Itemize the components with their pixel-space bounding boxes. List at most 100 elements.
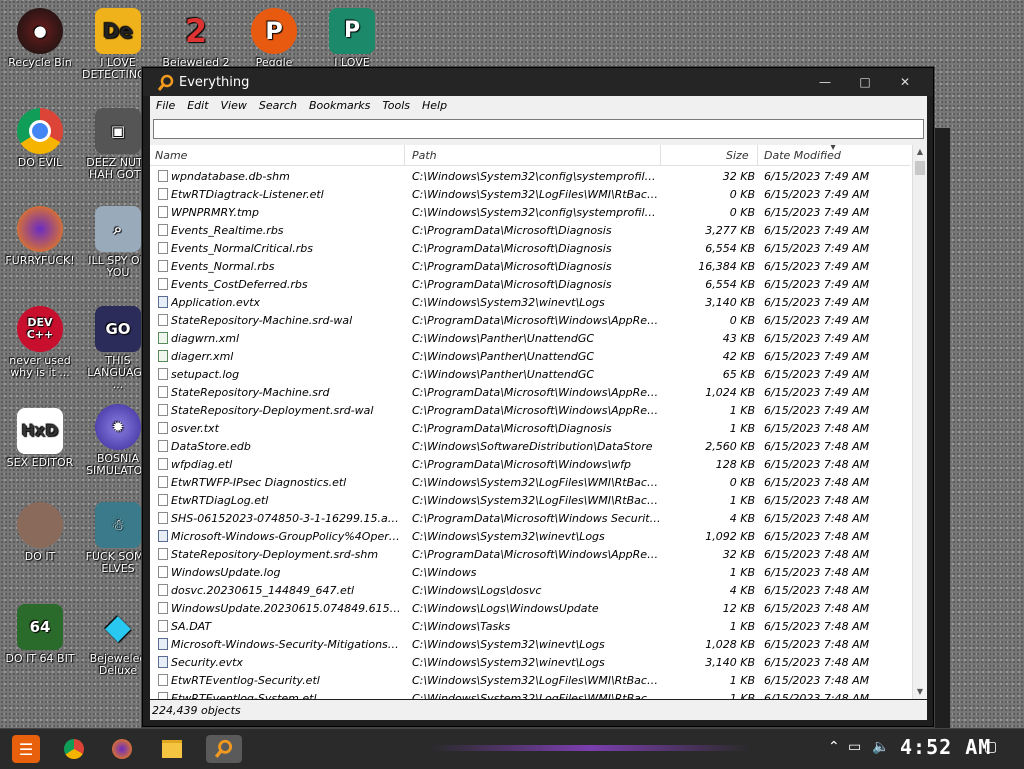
- chevron-up-icon[interactable]: ⌃: [828, 739, 840, 755]
- column-divider[interactable]: [404, 145, 405, 165]
- menu-edit[interactable]: Edit: [181, 96, 214, 112]
- firefox-icon[interactable]: [108, 735, 136, 763]
- file-size: 12 KB: [722, 602, 755, 615]
- file-name: SA.DAT: [171, 620, 212, 633]
- scroll-down-icon[interactable]: ▼: [913, 685, 927, 699]
- table-row[interactable]: EtwRTDiagtrack-Listener.etl C:\Windows\Sy…: [150, 185, 910, 203]
- table-row[interactable]: WindowsUpdate.log C:\Windows 1 KB 6/15/2023…: [150, 563, 910, 581]
- minimize-button[interactable]: —: [805, 72, 845, 94]
- maximize-button[interactable]: □: [845, 72, 885, 94]
- close-button[interactable]: ✕: [885, 72, 925, 94]
- scroll-up-icon[interactable]: ▲: [913, 145, 927, 159]
- table-row[interactable]: DataStore.edb C:\Windows\SoftwareDistribu…: [150, 437, 910, 455]
- table-row[interactable]: Application.evtx C:\Windows\System32\wine…: [150, 293, 910, 311]
- table-row[interactable]: StateRepository-Machine.srd-wal C:\Progra…: [150, 311, 910, 329]
- file-icon: [158, 620, 168, 632]
- table-row[interactable]: Events_Realtime.rbs C:\ProgramData\Micros…: [150, 221, 910, 239]
- table-row[interactable]: WindowsUpdate.20230615.074849.615.1.etl C…: [150, 599, 910, 617]
- volume-icon[interactable]: 🔈: [872, 739, 889, 755]
- file-icon: [158, 242, 168, 254]
- desktop-icon-recycle-bin[interactable]: ● Recycle Bin: [4, 8, 76, 69]
- table-row[interactable]: WPNPRMRY.tmp C:\Windows\System32\config\s…: [150, 203, 910, 221]
- file-size: 1,092 KB: [705, 530, 755, 543]
- start-icon[interactable]: ☰: [12, 735, 40, 763]
- table-row[interactable]: diagwrn.xml C:\Windows\Panther\UnattendGC…: [150, 329, 910, 347]
- file-icon: [158, 494, 168, 506]
- desktop-icon-bejeweled2[interactable]: 2 Bejeweled 2: [160, 8, 232, 69]
- file-name: DataStore.edb: [171, 440, 251, 453]
- table-row[interactable]: diagerr.xml C:\Windows\Panther\UnattendGC…: [150, 347, 910, 365]
- table-row[interactable]: Microsoft-Windows-GroupPolicy%4Operation…: [150, 527, 910, 545]
- table-row[interactable]: EtwRTWFP-IPsec Diagnostics.etl C:\Windows…: [150, 473, 910, 491]
- notification-icon[interactable]: ▢: [984, 739, 997, 755]
- column-size[interactable]: Size: [726, 149, 749, 162]
- taskbar-accent-stripe: [430, 745, 750, 751]
- xml-file-icon: [158, 332, 168, 344]
- table-row[interactable]: setupact.log C:\Windows\Panther\UnattendG…: [150, 365, 910, 383]
- table-row[interactable]: EtwRTDiagLog.etl C:\Windows\System32\LogF…: [150, 491, 910, 509]
- menu-tools[interactable]: Tools: [376, 96, 416, 112]
- date-modified: 6/15/2023 7:48 AM: [764, 422, 870, 435]
- file-path: C:\Windows\System32\winevt\Logs: [412, 638, 605, 651]
- desktop-icon-furryfuck[interactable]: FURRYFUCK!: [4, 206, 76, 267]
- table-row[interactable]: osver.txt C:\ProgramData\Microsoft\Diagno…: [150, 419, 910, 437]
- desktop-icon-sex-editor[interactable]: HxD SEX EDITOR: [4, 408, 76, 469]
- goland-icon: GO: [95, 306, 141, 352]
- table-row[interactable]: wpndatabase.db-shm C:\Windows\System32\co…: [150, 167, 910, 185]
- table-row[interactable]: Security.evtx C:\Windows\System32\winevt\…: [150, 653, 910, 671]
- desktop-icon-i-love[interactable]: P I LOVE: [316, 8, 388, 69]
- file-path: C:\Windows: [412, 566, 477, 579]
- results-list[interactable]: Name Path Size Date Modified ▼ wpndataba…: [150, 145, 927, 699]
- everything-icon[interactable]: [206, 735, 242, 763]
- desktop-icon-devcpp[interactable]: DEV C++ never used why is it ...: [4, 306, 76, 379]
- column-divider[interactable]: [757, 145, 758, 165]
- app-icon: 64: [17, 604, 63, 650]
- file-icon: [158, 422, 168, 434]
- table-row[interactable]: Events_CostDeferred.rbs C:\ProgramData\Mi…: [150, 275, 910, 293]
- table-row[interactable]: Events_NormalCritical.rbs C:\ProgramData\…: [150, 239, 910, 257]
- date-modified: 6/15/2023 7:49 AM: [764, 332, 870, 345]
- network-icon[interactable]: ▭: [848, 739, 861, 755]
- table-row[interactable]: StateRepository-Deployment.srd-wal C:\Pro…: [150, 401, 910, 419]
- desktop-icon-do-it[interactable]: DO IT: [4, 502, 76, 563]
- table-row[interactable]: Events_Normal.rbs C:\ProgramData\Microsof…: [150, 257, 910, 275]
- column-path[interactable]: Path: [412, 149, 437, 162]
- peggle-icon: P: [251, 8, 297, 54]
- search-input[interactable]: [153, 119, 924, 139]
- date-modified: 6/15/2023 7:49 AM: [764, 278, 870, 291]
- table-row[interactable]: EtwRTEventlog-System.etl C:\Windows\Syste…: [150, 689, 910, 699]
- file-name: osver.txt: [171, 422, 219, 435]
- menu-help[interactable]: Help: [416, 96, 453, 112]
- table-row[interactable]: dosvc.20230615_144849_647.etl C:\Windows\…: [150, 581, 910, 599]
- chrome-icon[interactable]: [60, 735, 88, 763]
- file-name: StateRepository-Deployment.srd-wal: [171, 404, 374, 417]
- desktop-icon-do-it-64[interactable]: 64 DO IT 64 BIT: [4, 604, 76, 665]
- event-log-icon: [158, 530, 168, 542]
- menu-view[interactable]: View: [215, 96, 253, 112]
- title-bar[interactable]: Everything — □ ✕: [143, 68, 933, 96]
- date-modified: 6/15/2023 7:48 AM: [764, 602, 870, 615]
- scrollbar-thumb[interactable]: [915, 161, 925, 175]
- table-row[interactable]: SHS-06152023-074850-3-1-16299.15.amd64f.…: [150, 509, 910, 527]
- table-row[interactable]: wfpdiag.etl C:\ProgramData\Microsoft\Wind…: [150, 455, 910, 473]
- date-modified: 6/15/2023 7:48 AM: [764, 566, 870, 579]
- file-name: EtwRTWFP-IPsec Diagnostics.etl: [171, 476, 347, 489]
- vertical-scrollbar[interactable]: ▲ ▼: [912, 145, 927, 699]
- table-row[interactable]: SA.DAT C:\Windows\Tasks 1 KB 6/15/2023 7:48…: [150, 617, 910, 635]
- column-divider[interactable]: [660, 145, 661, 165]
- menu-file[interactable]: File: [150, 96, 181, 112]
- table-row[interactable]: Microsoft-Windows-Security-Mitigations%4…: [150, 635, 910, 653]
- menu-bookmarks[interactable]: Bookmarks: [303, 96, 376, 112]
- column-name[interactable]: Name: [155, 149, 187, 162]
- table-row[interactable]: EtwRTEventlog-Security.etl C:\Windows\Sys…: [150, 671, 910, 689]
- clock[interactable]: 4:52 AM: [900, 735, 991, 759]
- magnifier-icon: [157, 74, 174, 91]
- file-icon: [158, 476, 168, 488]
- date-modified: 6/15/2023 7:48 AM: [764, 548, 870, 561]
- date-modified: 6/15/2023 7:49 AM: [764, 170, 870, 183]
- table-row[interactable]: StateRepository-Machine.srd C:\ProgramDat…: [150, 383, 910, 401]
- file-explorer-icon[interactable]: [158, 735, 186, 763]
- table-row[interactable]: StateRepository-Deployment.srd-shm C:\Pro…: [150, 545, 910, 563]
- desktop-icon-do-evil[interactable]: DO EVIL: [4, 108, 76, 169]
- menu-search[interactable]: Search: [253, 96, 303, 112]
